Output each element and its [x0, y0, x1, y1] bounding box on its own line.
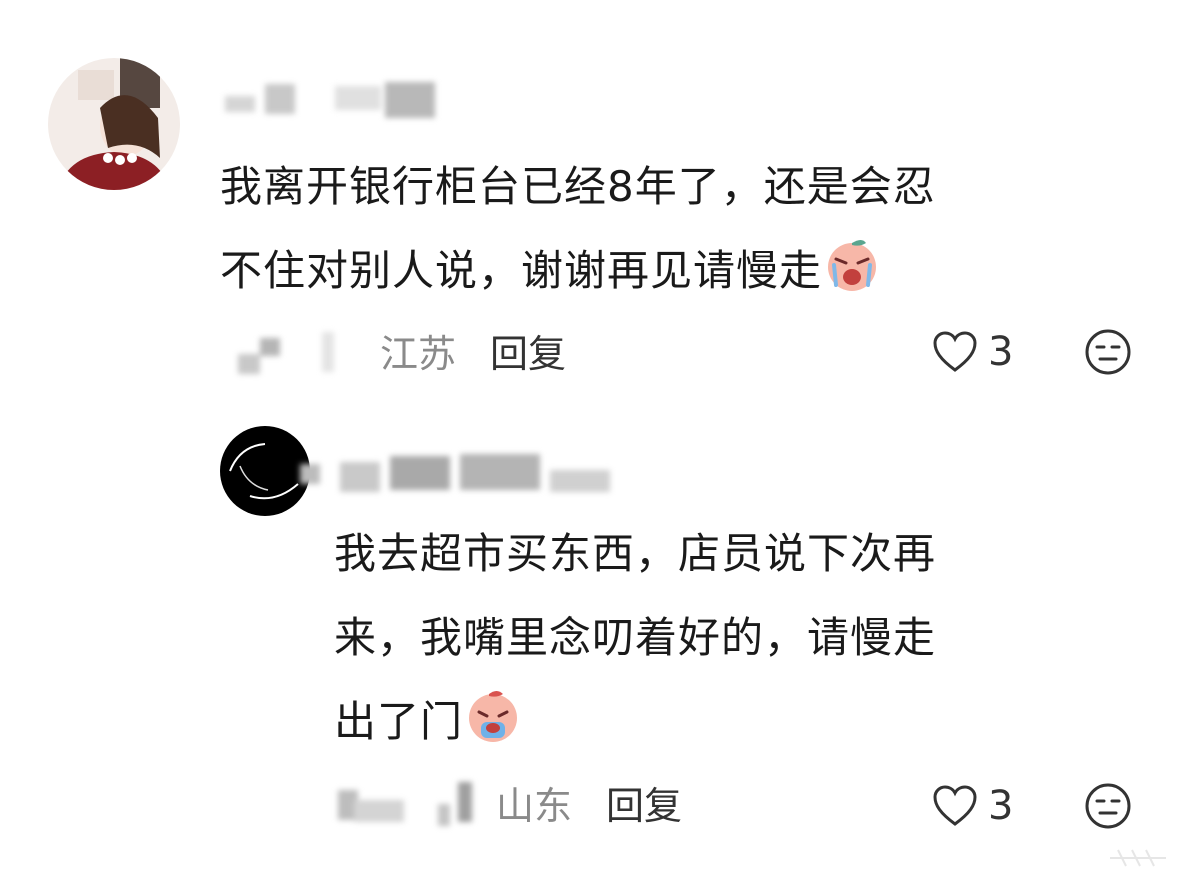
- location-label: 山东: [496, 783, 573, 828]
- watermark: [1108, 846, 1168, 874]
- crying-face-emoji-icon: [469, 691, 518, 742]
- comment-text-line: 出了门: [334, 680, 1134, 764]
- comment-text-segment: 不住对别人说，谢谢再见请慢走: [220, 246, 823, 295]
- crying-face-emoji-icon: [828, 240, 877, 291]
- comment-item: 我离开银行柜台已经8年了，还是会忍 不住对别人说，谢谢再见请慢走 江苏 回复 3: [0, 0, 1178, 400]
- device-info-redacted: [338, 780, 488, 830]
- dislike-button[interactable]: [1084, 782, 1132, 834]
- like-button[interactable]: 3: [932, 322, 1013, 382]
- comment-meta: 山东 回复: [496, 772, 682, 832]
- watermark-logo-icon: [1110, 849, 1166, 867]
- like-button[interactable]: 3: [932, 776, 1013, 836]
- neutral-face-icon: [1085, 783, 1131, 829]
- comment-text-segment: 出了门: [334, 697, 464, 746]
- like-count: 3: [988, 329, 1014, 375]
- username-redacted[interactable]: [225, 74, 445, 124]
- comment-text: 我去超市买东西，店员说下次再 来，我嘴里念叨着好的，请慢走 出了门: [334, 512, 1134, 764]
- comment-text-line: 我去超市买东西，店员说下次再: [334, 529, 937, 578]
- avatar-image: [220, 426, 310, 516]
- avatar-image: [48, 58, 180, 190]
- dislike-button[interactable]: [1084, 328, 1132, 380]
- like-count: 3: [988, 783, 1014, 829]
- heart-icon: [933, 785, 977, 826]
- comment-text-line: 我离开银行柜台已经8年了，还是会忍: [220, 162, 936, 211]
- comment-text-line: 来，我嘴里念叨着好的，请慢走: [334, 613, 937, 662]
- reply-button[interactable]: 回复: [490, 323, 566, 378]
- heart-icon: [933, 331, 977, 372]
- reply-button[interactable]: 回复: [606, 775, 682, 830]
- comment-text-line: 不住对别人说，谢谢再见请慢走: [220, 229, 1140, 313]
- username-redacted[interactable]: [300, 450, 630, 500]
- avatar[interactable]: [48, 58, 180, 190]
- location-label: 江苏: [380, 331, 457, 376]
- device-info-redacted: [238, 332, 348, 380]
- comment-text: 我离开银行柜台已经8年了，还是会忍 不住对别人说，谢谢再见请慢走: [220, 145, 1140, 313]
- reply-comment-item: 我去超市买东西，店员说下次再 来，我嘴里念叨着好的，请慢走 出了门 山东 回复 …: [0, 400, 1178, 884]
- neutral-face-icon: [1085, 329, 1131, 375]
- comment-meta: 江苏 回复: [380, 320, 566, 380]
- avatar[interactable]: [220, 426, 310, 516]
